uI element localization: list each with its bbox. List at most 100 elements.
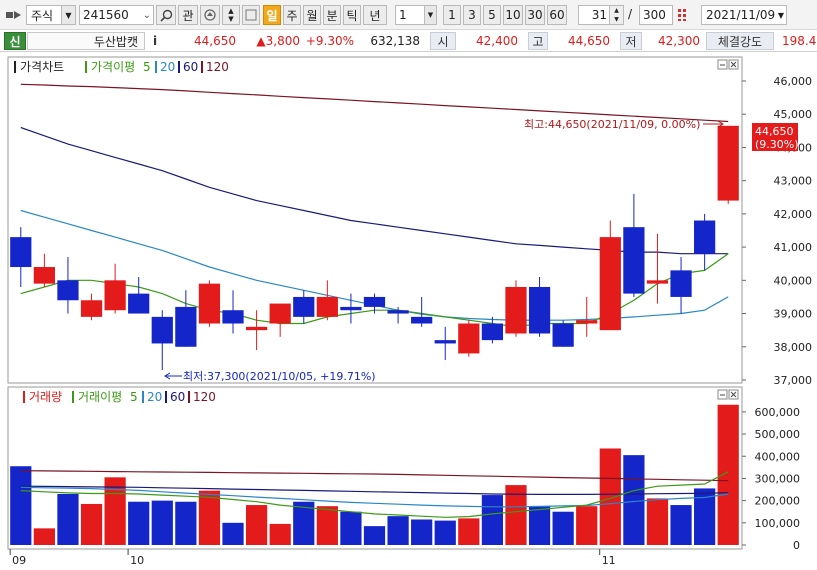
date-select[interactable]: 2021/11/09 ▼ — [701, 5, 787, 25]
price-legend: 가격차트 가격이평 5 20 60 120 — [14, 60, 229, 74]
period-5-button[interactable]: 5 — [483, 5, 501, 25]
candle-body — [80, 300, 103, 317]
price-axis-label: 43,000 — [774, 175, 813, 188]
count-input[interactable]: 31 ▲ ▼ — [578, 5, 624, 25]
tab-minute[interactable]: 분 — [323, 5, 341, 25]
trade-volume-value: 632,138 — [370, 34, 420, 48]
link-button[interactable] — [200, 5, 220, 25]
chart-area: 가격차트 가격이평 5 20 60 120 거래량 거래이평 5 20 60 1… — [0, 55, 817, 567]
total-input[interactable]: 300 — [639, 5, 673, 25]
chart-tool-icon — [245, 9, 257, 21]
strength-label: 체결강도 — [706, 32, 774, 50]
high-price-value: 44,650 — [568, 34, 610, 48]
volume-bar — [717, 404, 739, 545]
stock-name-label: 두산밥캣 — [93, 34, 138, 49]
volume-axis-label: 0 — [793, 539, 800, 552]
period-3-button[interactable]: 3 — [463, 5, 481, 25]
price-change-value: ▲3,800 — [256, 34, 300, 48]
chart-type-icon[interactable] — [4, 5, 24, 25]
volume-legend-title: 거래량 — [29, 390, 62, 404]
stepper-icon: ▲ ▼ — [609, 6, 623, 24]
candle-body — [528, 286, 551, 334]
candle-body — [717, 125, 739, 201]
price-axis-label: 40,000 — [774, 274, 813, 287]
current-price: 44,650 — [170, 32, 240, 50]
tab-minute-label: 분 — [326, 8, 338, 23]
volume-axis-label: 300,000 — [755, 472, 801, 485]
search-icon — [159, 9, 172, 22]
candle-body — [269, 303, 291, 324]
tab-tick[interactable]: 틱 — [343, 5, 361, 25]
volume-bar — [57, 493, 79, 545]
candle-body — [245, 326, 268, 331]
watchlist-button-label: 관 — [182, 8, 194, 23]
date-select-value: 2021/11/09 — [706, 8, 776, 22]
volume-legend-ma120: 120 — [193, 390, 216, 404]
tab-week[interactable]: 주 — [283, 5, 301, 25]
high-annotation-text: 최고:44,650(2021/11/09, 0.00%) — [524, 118, 700, 131]
candle-body — [222, 310, 244, 324]
market-tag-label: 신 — [9, 34, 21, 49]
tab-day-label: 일 — [266, 8, 278, 23]
high-label-text: 고 — [532, 34, 544, 49]
period-5-label: 5 — [488, 8, 496, 22]
candle-body — [175, 306, 197, 347]
stepper-button[interactable]: ▲ ▼ — [222, 5, 240, 25]
info-button[interactable]: i — [148, 32, 162, 50]
volume-bar — [528, 506, 551, 545]
period-select-value: 1 — [399, 8, 407, 22]
period-1-label: 1 — [448, 8, 456, 22]
chart-svg: 가격차트 가격이평 5 20 60 120 거래량 거래이평 5 20 60 1… — [7, 56, 813, 567]
period-10-button[interactable]: 10 — [503, 5, 523, 25]
market-select[interactable]: 주식 ▼ — [26, 5, 76, 25]
tab-year-label: 년 — [369, 8, 381, 23]
candle-body — [128, 293, 150, 314]
high-price: 44,650 — [550, 32, 610, 50]
search-button[interactable] — [156, 5, 176, 25]
volume-bar — [151, 500, 173, 545]
price-legend-title: 가격차트 — [20, 60, 64, 74]
tab-year[interactable]: 년 — [363, 5, 387, 25]
candle-body — [599, 237, 621, 331]
strength-value-text: 198.4 — [782, 34, 817, 48]
price-axis-label: 42,000 — [774, 208, 813, 221]
refresh-button[interactable] — [675, 5, 693, 25]
x-axis-label: 09 — [12, 554, 26, 567]
price-legend-ma5: 5 — [143, 60, 151, 74]
current-price-value: 44,650 — [194, 34, 236, 48]
volume-bar — [10, 466, 32, 545]
price-legend-ma120: 120 — [206, 60, 229, 74]
volume-bar — [222, 522, 244, 545]
stock-name[interactable]: 두산밥캣 — [27, 32, 145, 50]
candle-body — [293, 296, 315, 317]
period-30-button[interactable]: 30 — [525, 5, 545, 25]
candle-body — [363, 296, 386, 307]
volume-axis-label: 100,000 — [755, 517, 801, 530]
tab-month[interactable]: 월 — [303, 5, 321, 25]
link-icon — [204, 9, 216, 21]
candle-body — [623, 227, 645, 294]
quote-bar: 신 두산밥캣 i 44,650 ▲3,800 +9.30% 632,138 시 … — [0, 30, 817, 52]
candle-body — [434, 340, 456, 344]
info-icon: i — [152, 34, 158, 48]
code-input[interactable]: 241560 ⌄ — [79, 5, 154, 25]
market-tag: 신 — [4, 32, 26, 50]
price-legend-ma20: 20 — [160, 60, 175, 74]
volume-bar — [670, 505, 692, 545]
period-1-button[interactable]: 1 — [443, 5, 461, 25]
period-60-button[interactable]: 60 — [547, 5, 567, 25]
price-axis-label: 38,000 — [774, 341, 813, 354]
low-label: 저 — [620, 32, 642, 50]
period-select[interactable]: 1 ▼ — [395, 5, 437, 25]
price-axis-label: 39,000 — [774, 308, 813, 321]
low-price-value: 42,300 — [658, 34, 700, 48]
tab-day[interactable]: 일 — [263, 5, 281, 25]
tool-button[interactable] — [242, 5, 260, 25]
volume-bar — [599, 448, 621, 545]
open-price: 42,400 — [458, 32, 518, 50]
volume-axis-label: 500,000 — [755, 428, 801, 441]
price-axis-label: 41,000 — [774, 241, 813, 254]
volume-bar — [387, 516, 409, 545]
volume-legend-ma20: 20 — [147, 390, 162, 404]
watchlist-button[interactable]: 관 — [178, 5, 198, 25]
